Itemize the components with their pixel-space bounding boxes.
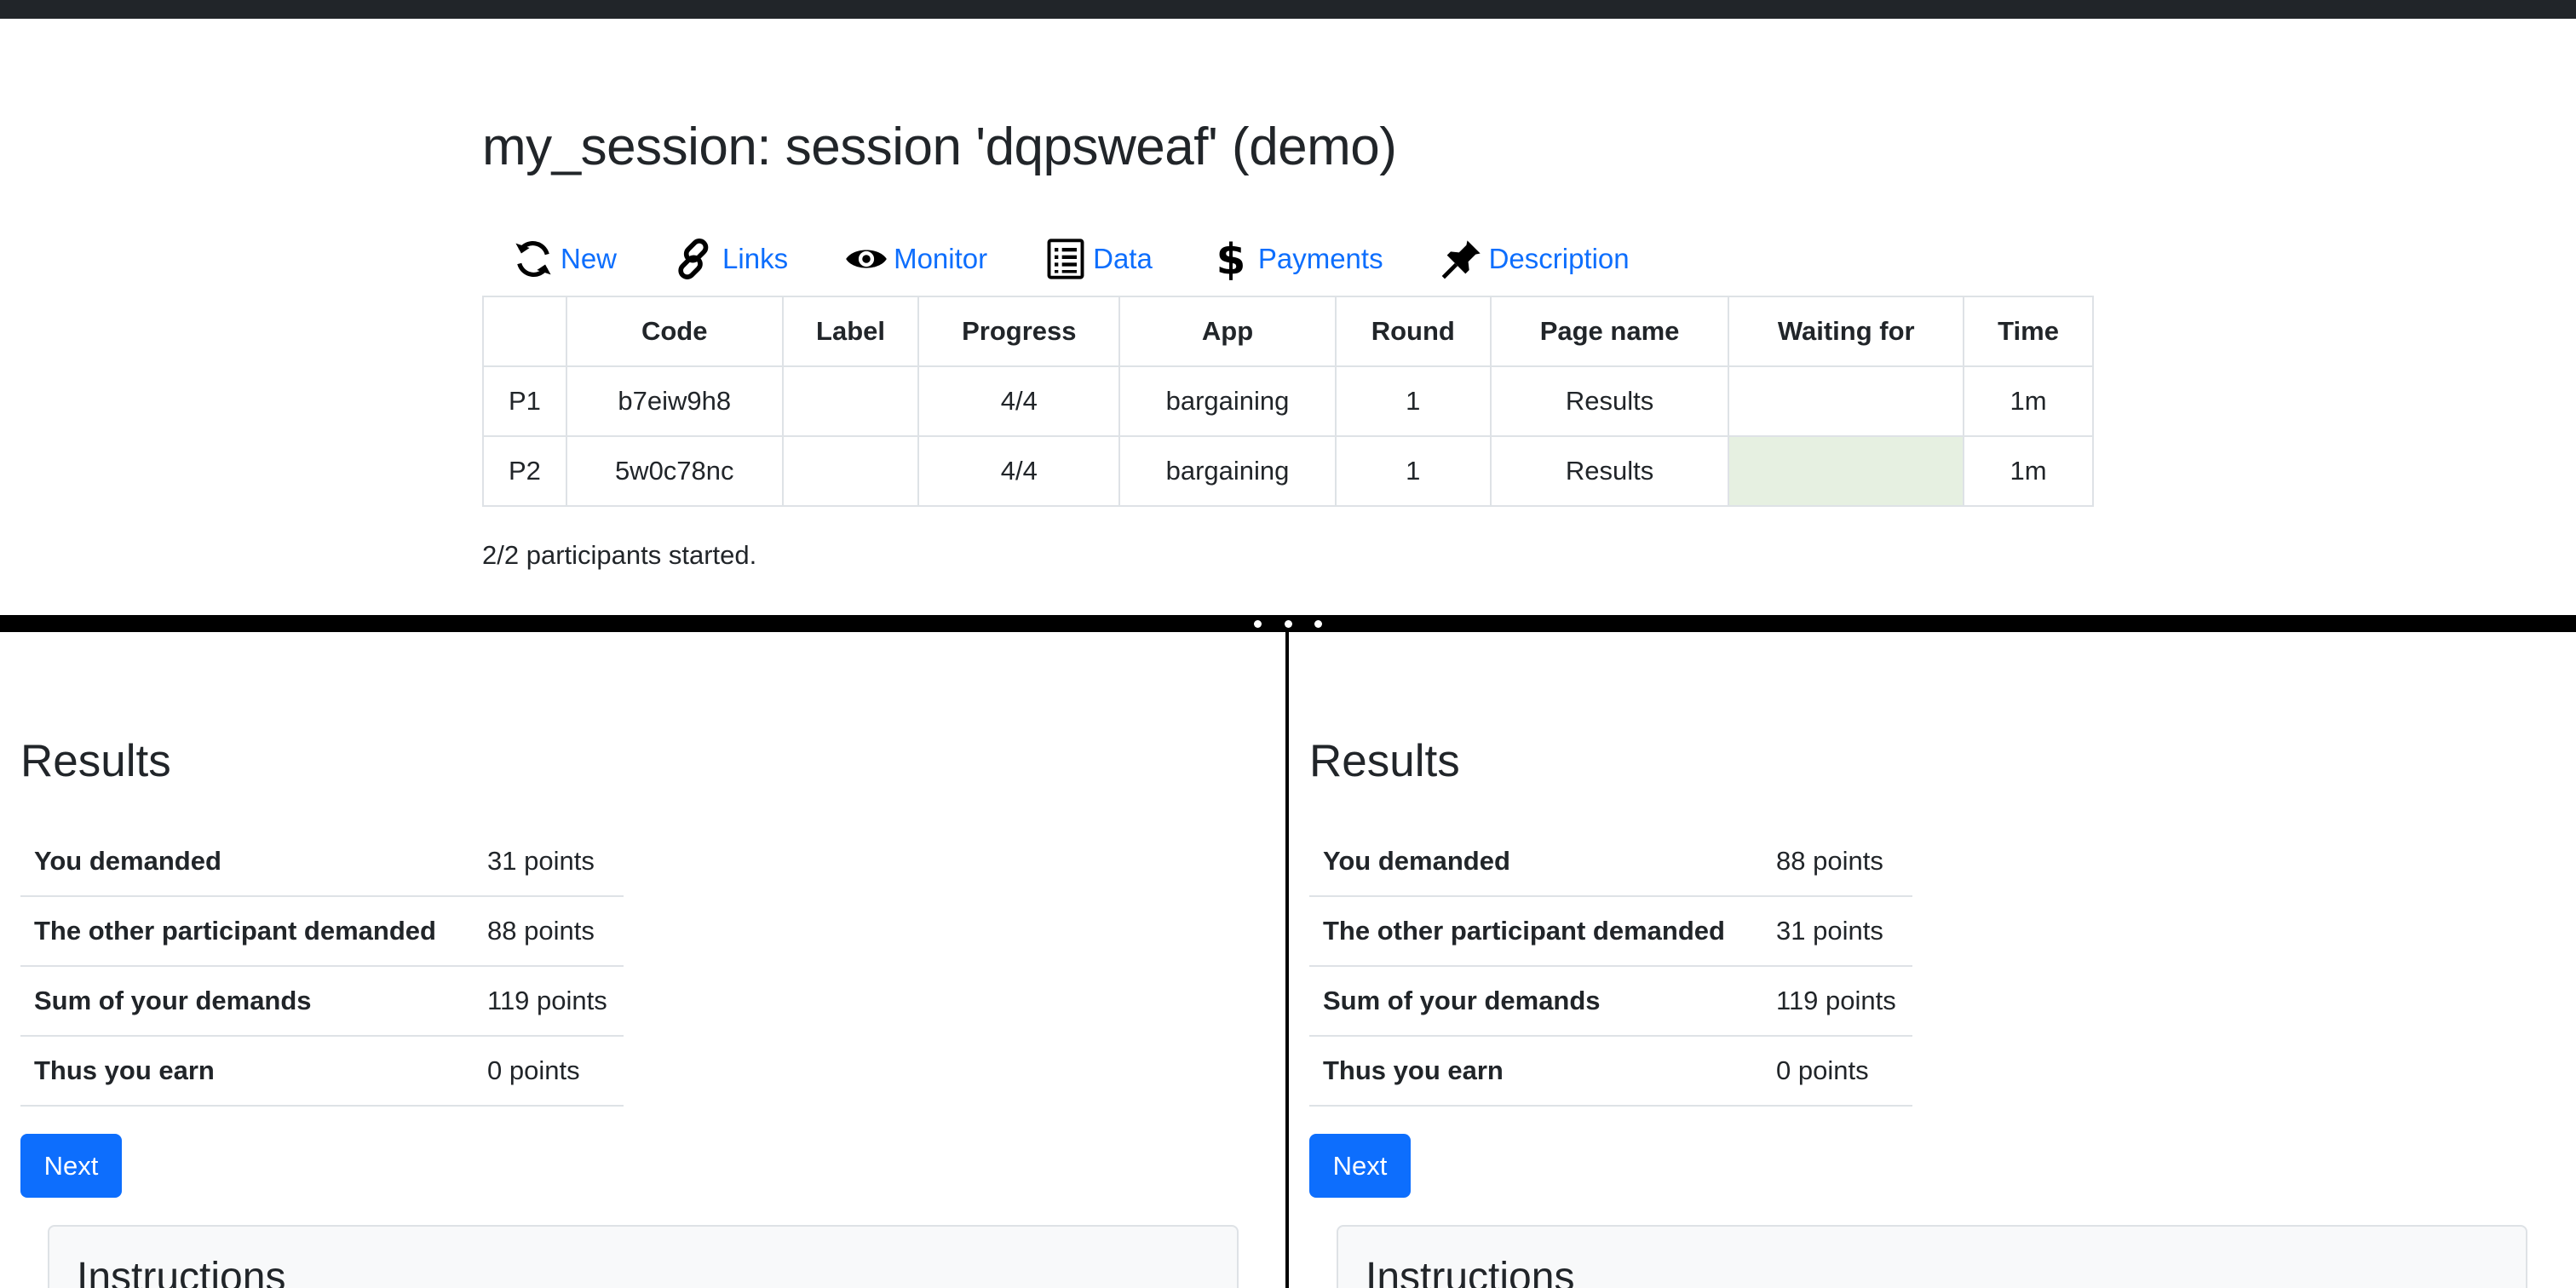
table-row: Thus you earn 0 points — [1309, 1036, 1912, 1107]
tab-data-label: Data — [1093, 243, 1153, 274]
table-header-row: Code Label Progress App Round Page name … — [482, 296, 2094, 367]
table-cell — [1728, 365, 1965, 437]
eye-icon — [846, 250, 887, 268]
tab-monitor[interactable]: Monitor — [844, 237, 987, 281]
column-header: App — [1118, 296, 1337, 367]
splitter-handle-icon[interactable] — [1254, 615, 1322, 632]
result-label: Sum of your demands — [20, 966, 474, 1037]
next-button[interactable]: Next — [20, 1134, 122, 1198]
table-cell: 1 — [1334, 365, 1492, 437]
pin-icon — [1441, 240, 1481, 279]
participants-status: 2/2 participants started. — [482, 540, 757, 570]
session-tabs: New Links Monitor Data $ Payments Descri… — [511, 233, 1686, 285]
table-cell — [781, 435, 920, 507]
table-row: The other participant demanded 88 points — [20, 896, 624, 967]
waiting-for-cell — [1728, 435, 1965, 507]
column-header: Time — [1963, 296, 2094, 367]
table-row: The other participant demanded 31 points — [1309, 896, 1912, 967]
table-row: Sum of your demands 119 points — [20, 966, 624, 1037]
table-cell: 1m — [1963, 365, 2094, 437]
table-row: Sum of your demands 119 points — [1309, 966, 1912, 1037]
result-value: 0 points — [1762, 1036, 1912, 1107]
table-cell: P2 — [482, 435, 567, 507]
results-table: You demanded 31 points The other partici… — [20, 826, 624, 1107]
instructions-card: Instructions — [48, 1225, 1239, 1288]
tab-monitor-label: Monitor — [894, 243, 988, 274]
participants-table: Code Label Progress App Round Page name … — [482, 296, 2094, 507]
result-label: Thus you earn — [20, 1036, 474, 1107]
participant-pane-p1: Results You demanded 31 points The other… — [0, 632, 1285, 1288]
tab-new[interactable]: New — [511, 237, 617, 281]
result-label: Thus you earn — [1309, 1036, 1762, 1107]
column-header: Progress — [917, 296, 1121, 367]
table-cell: 4/4 — [917, 435, 1121, 507]
table-cell — [781, 365, 920, 437]
tab-description[interactable]: Description — [1440, 237, 1630, 281]
table-cell: P1 — [482, 365, 567, 437]
tab-links[interactable]: Links — [673, 237, 788, 281]
table-cell: bargaining — [1118, 435, 1337, 507]
table-row: Thus you earn 0 points — [20, 1036, 624, 1107]
table-cell: 5w0c78nc — [565, 435, 784, 507]
results-heading: Results — [1309, 736, 1460, 786]
column-header: Round — [1334, 296, 1492, 367]
result-value: 0 points — [474, 1036, 624, 1107]
column-header: Waiting for — [1728, 296, 1965, 367]
result-label: The other participant demanded — [20, 896, 474, 967]
svg-text:$: $ — [1216, 237, 1246, 281]
result-label: Sum of your demands — [1309, 966, 1762, 1037]
result-value: 31 points — [1762, 896, 1912, 967]
table-cell: 1m — [1963, 435, 2094, 507]
result-label: The other participant demanded — [1309, 896, 1762, 967]
table-row: You demanded 31 points — [20, 826, 624, 897]
column-header — [482, 296, 567, 367]
link-icon — [678, 239, 709, 279]
column-header: Code — [565, 296, 784, 367]
result-value: 88 points — [1762, 826, 1912, 897]
tab-data[interactable]: Data — [1044, 237, 1153, 281]
tab-new-label: New — [561, 243, 618, 274]
result-label: You demanded — [20, 826, 474, 897]
results-heading: Results — [20, 736, 171, 786]
tab-payments[interactable]: $ Payments — [1209, 237, 1383, 281]
table-row: P2 5w0c78nc 4/4 bargaining 1 Results 1m — [482, 435, 2094, 507]
column-header: Page name — [1489, 296, 1730, 367]
participant-pane-p2: Results You demanded 88 points The other… — [1289, 632, 2576, 1288]
instructions-card: Instructions — [1337, 1225, 2527, 1288]
result-value: 119 points — [474, 966, 624, 1037]
tab-links-label: Links — [722, 243, 789, 274]
tab-description-label: Description — [1488, 243, 1630, 274]
table-cell: 1 — [1334, 435, 1492, 507]
table-cell: b7eiw9h8 — [565, 365, 784, 437]
table-cell: Results — [1489, 435, 1730, 507]
result-value: 31 points — [474, 826, 624, 897]
top-bar — [0, 0, 2576, 19]
instructions-heading: Instructions — [77, 1255, 286, 1288]
results-table: You demanded 88 points The other partici… — [1309, 826, 1912, 1107]
result-label: You demanded — [1309, 826, 1762, 897]
table-cell: Results — [1489, 365, 1730, 437]
instructions-heading: Instructions — [1366, 1255, 1575, 1288]
tab-payments-label: Payments — [1257, 243, 1383, 274]
table-cell: bargaining — [1118, 365, 1337, 437]
list-icon — [1047, 239, 1084, 279]
next-button[interactable]: Next — [1309, 1134, 1411, 1198]
dollar-icon: $ — [1216, 237, 1246, 281]
table-row: You demanded 88 points — [1309, 826, 1912, 897]
result-value: 119 points — [1762, 966, 1912, 1037]
page-title: my_session: session 'dqpsweaf' (demo) — [482, 118, 1397, 176]
column-header: Label — [781, 296, 920, 367]
refresh-icon — [515, 240, 551, 278]
table-cell: 4/4 — [917, 365, 1121, 437]
table-row: P1 b7eiw9h8 4/4 bargaining 1 Results 1m — [482, 365, 2094, 437]
result-value: 88 points — [474, 896, 624, 967]
